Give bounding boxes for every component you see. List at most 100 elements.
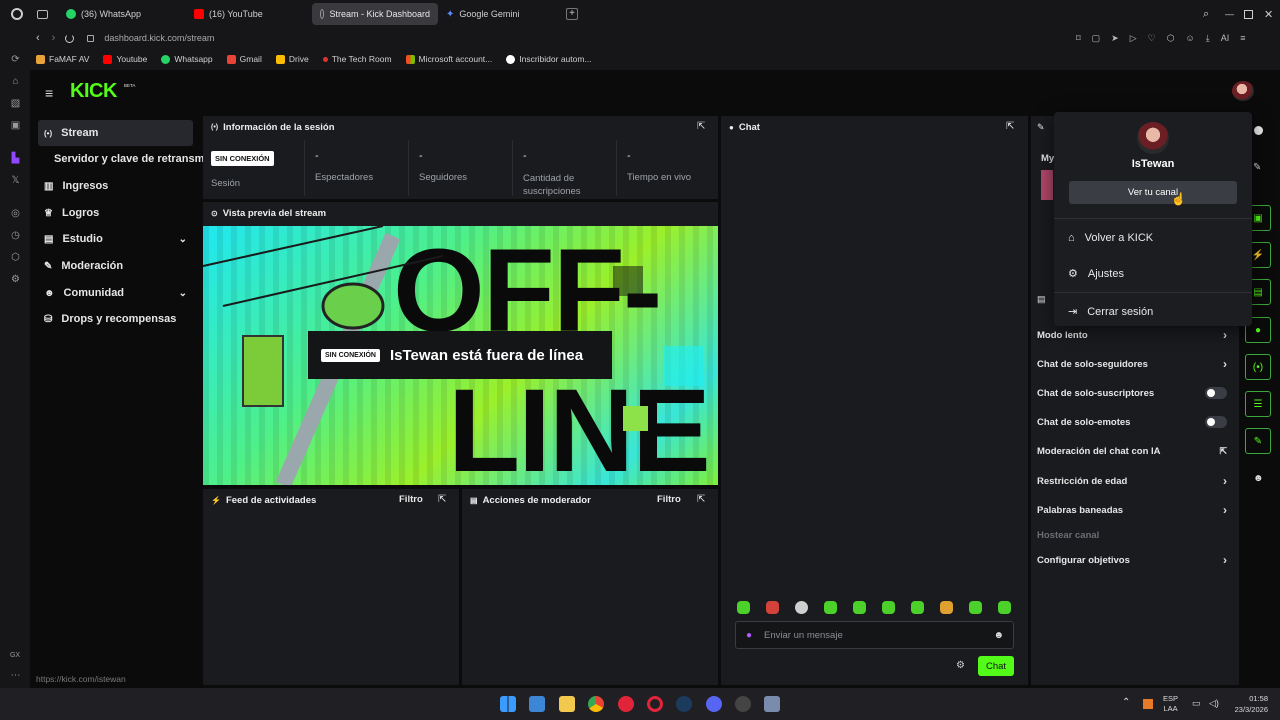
notes-icon[interactable]: ▧ — [10, 98, 21, 109]
layout-button[interactable]: ☰ — [1245, 391, 1271, 417]
bookmark-gmail[interactable]: Gmail — [226, 54, 262, 64]
emote-icon[interactable] — [737, 601, 750, 614]
bookmark-youtube[interactable]: Youtube — [103, 54, 147, 64]
emoji-icon[interactable]: ☻ — [993, 630, 1004, 641]
sidebar-item-logros[interactable]: ♕ Logros — [38, 200, 193, 226]
search-icon[interactable]: ⌕ — [1203, 8, 1209, 21]
mod-setting-ai-moderation[interactable]: Moderación del chat con IA ⇱ — [1037, 443, 1227, 459]
bookmark-techroom[interactable]: The Tech Room — [322, 54, 392, 64]
expand-icon[interactable]: ⇱ — [1006, 121, 1014, 132]
emote-icon[interactable] — [853, 601, 866, 614]
new-tab-icon[interactable]: + — [566, 8, 578, 20]
opera-gx-icon[interactable] — [647, 696, 663, 712]
minimize-icon[interactable]: — — [1225, 9, 1234, 19]
play-icon[interactable]: ▷ — [1130, 33, 1137, 44]
reload-icon[interactable] — [65, 33, 75, 43]
network-icon[interactable]: ▭ — [1192, 698, 1201, 709]
expand-icon[interactable]: ⇱ — [438, 494, 446, 505]
modactions-filter-button[interactable]: Filtro — [657, 494, 681, 505]
history-icon[interactable]: ⟳ — [10, 54, 21, 65]
chat-send-button[interactable]: Chat — [978, 656, 1014, 676]
discord-icon[interactable] — [706, 696, 722, 712]
sidebar-item-moderacion[interactable]: ✎ Moderación — [38, 253, 193, 279]
steam-icon[interactable] — [676, 696, 692, 712]
speed-dial-icon[interactable]: ⌂ — [10, 76, 21, 87]
windows-start-icon[interactable] — [500, 696, 516, 712]
crop-icon[interactable]: ▢ — [1092, 33, 1101, 44]
download-icon[interactable]: ⤓ — [1206, 33, 1210, 44]
tab-kick-dashboard[interactable]: Stream - Kick Dashboard — [312, 3, 438, 25]
sidebar-item-server-key[interactable]: Servidor y clave de retransmisión — [48, 146, 203, 172]
emote-icon[interactable] — [911, 601, 924, 614]
menu-item-ajustes[interactable]: ⚙ Ajustes — [1068, 267, 1124, 281]
sidebar-item-comunidad[interactable]: ☻ Comunidad ⌄ — [38, 280, 193, 306]
microphone-icon[interactable]: ● — [746, 630, 752, 641]
tab-gemini[interactable]: ✦ Google Gemini — [438, 3, 564, 25]
emote-icon[interactable] — [882, 601, 895, 614]
extensions-rail-icon[interactable]: ⬡ — [10, 252, 21, 263]
heart-icon[interactable]: ♡ — [1148, 33, 1156, 44]
bookmark-drive[interactable]: Drive — [275, 54, 309, 64]
tab-manager-icon[interactable] — [37, 9, 48, 19]
close-icon[interactable]: ✕ — [1264, 8, 1273, 21]
hamburger-icon[interactable]: ≡ — [45, 85, 53, 101]
music-icon[interactable]: ◎ — [10, 208, 21, 219]
chrome-icon[interactable] — [588, 696, 604, 712]
edit-icon[interactable]: ✎ — [1253, 162, 1261, 173]
bookmark-inscribidor[interactable]: Inscribidor autom... — [506, 54, 592, 64]
emote-icon[interactable] — [969, 601, 982, 614]
emote-icon[interactable] — [940, 601, 953, 614]
x-icon[interactable]: 𝕏 — [10, 175, 21, 186]
photos-icon[interactable] — [529, 696, 545, 712]
view-channel-button[interactable]: Ver tu canal — [1069, 181, 1237, 204]
opera-logo-icon[interactable] — [11, 8, 23, 20]
mod-setting-followers-only[interactable]: Chat de solo-seguidores › — [1037, 356, 1227, 372]
mod-setting-banned-words[interactable]: Palabras baneadas › — [1037, 502, 1227, 518]
mod-setting-age-restriction[interactable]: Restricción de edad › — [1037, 473, 1227, 489]
subs-only-toggle[interactable] — [1205, 387, 1227, 399]
bookmark-icon[interactable]: ▣ — [10, 120, 21, 131]
snapshot-icon[interactable]: ⌑ — [1076, 33, 1081, 44]
language-indicator[interactable]: ESP LAA — [1163, 694, 1178, 714]
activity-filter-button[interactable]: Filtro — [399, 494, 423, 505]
menu-item-cerrar-sesion[interactable]: ⇥ Cerrar sesión — [1068, 305, 1153, 319]
bookmark-famaf[interactable]: FaMAF AV — [36, 54, 89, 64]
sidebar-item-stream[interactable]: (•) Stream — [38, 120, 193, 146]
wrench-button[interactable]: ✎ — [1245, 428, 1271, 454]
clock-icon[interactable]: ◷ — [10, 230, 21, 241]
avatar[interactable] — [1232, 81, 1254, 101]
ai-icon[interactable]: AI — [1221, 33, 1230, 44]
emote-icon[interactable] — [795, 601, 808, 614]
clock[interactable]: 01:58 23/3/2026 — [1226, 693, 1268, 715]
tab-youtube[interactable]: (16) YouTube — [186, 3, 312, 25]
emote-icon[interactable] — [766, 601, 779, 614]
extensions-icon[interactable]: ⬡ — [1167, 33, 1175, 44]
settings-rail-icon[interactable]: ⚙ — [10, 274, 21, 285]
sidebar-item-drops[interactable]: ⛁ Drops y recompensas — [38, 306, 193, 332]
chat-message-input[interactable]: ● Enviar un mensaje ☻ — [735, 621, 1014, 649]
opera-icon[interactable] — [618, 696, 634, 712]
info-icon[interactable] — [1254, 126, 1263, 135]
menu-item-volver-kick[interactable]: ⌂ Volver a KICK — [1068, 232, 1153, 244]
url-field[interactable]: dashboard.kick.com/stream — [104, 33, 214, 43]
community-icon[interactable]: ☻ — [1253, 473, 1264, 484]
kick-logo[interactable]: KICK — [70, 80, 117, 103]
expand-icon[interactable]: ⇱ — [697, 494, 705, 505]
file-explorer-icon[interactable] — [559, 696, 575, 712]
more-icon[interactable]: ⋯ — [10, 670, 21, 681]
emotes-only-toggle[interactable] — [1205, 416, 1227, 428]
sidebar-item-ingresos[interactable]: ▥ Ingresos — [38, 173, 193, 199]
broadcast-button[interactable]: (•) — [1245, 354, 1271, 380]
bookmark-whatsapp[interactable]: Whatsapp — [161, 54, 213, 64]
restore-icon[interactable] — [1244, 9, 1253, 19]
tab-whatsapp[interactable]: (36) WhatsApp — [58, 3, 186, 25]
forward-icon[interactable]: › — [52, 32, 56, 44]
app-icon[interactable] — [764, 696, 780, 712]
mod-setting-goals[interactable]: Configurar objetivos › — [1037, 552, 1227, 568]
obs-icon[interactable] — [735, 696, 751, 712]
sidebar-item-estudio[interactable]: ▤ Estudio ⌄ — [38, 226, 193, 252]
emote-icon[interactable] — [824, 601, 837, 614]
mod-setting-slow-mode[interactable]: Modo lento › — [1037, 327, 1227, 343]
back-icon[interactable]: ‹ — [36, 32, 40, 44]
emote-icon[interactable] — [998, 601, 1011, 614]
